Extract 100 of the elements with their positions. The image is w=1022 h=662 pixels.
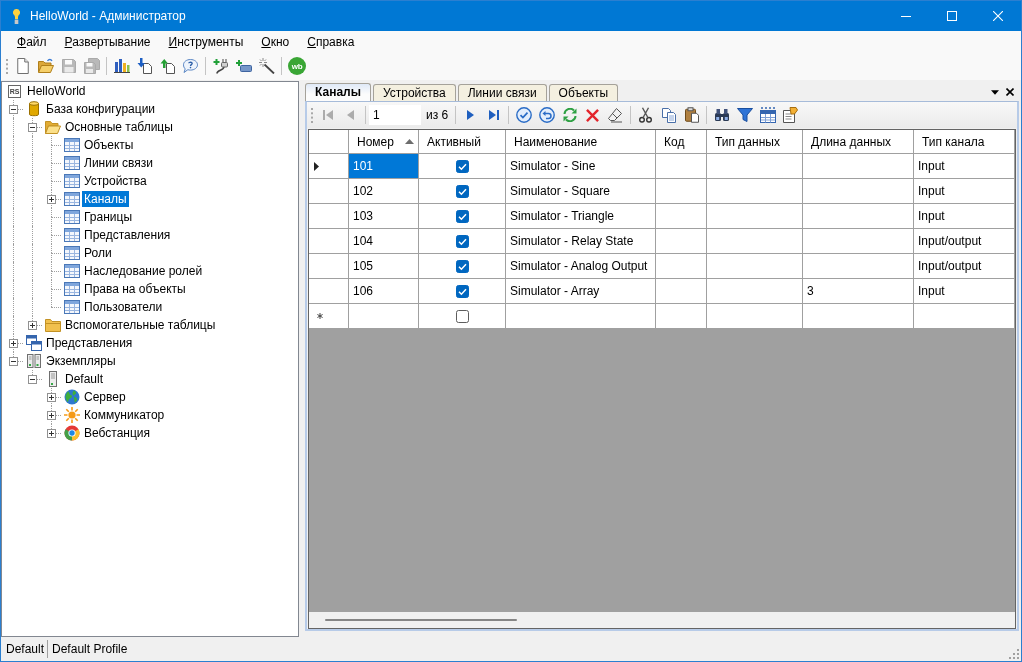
menu-item[interactable]: Окно <box>252 33 299 52</box>
expand-icon[interactable] <box>47 429 56 438</box>
column-header[interactable]: Тип канала <box>914 130 1015 154</box>
table-icon <box>63 192 80 206</box>
tree-item[interactable]: Представления <box>44 335 135 351</box>
tree-item[interactable]: Устройства <box>82 173 149 189</box>
tree-item[interactable]: HelloWorld <box>25 83 88 99</box>
menu-item[interactable]: Инструменты <box>159 33 253 52</box>
resize-grip-icon[interactable] <box>1009 649 1019 659</box>
tree-item[interactable]: Роли <box>82 245 114 261</box>
tree-item[interactable]: База конфигурации <box>44 101 158 117</box>
table-cell: Input <box>914 154 1015 179</box>
table-icon <box>63 174 80 188</box>
tree-item[interactable]: Вебстанция <box>82 425 153 441</box>
tree-item[interactable]: Экземпляры <box>44 353 118 369</box>
tree-item[interactable]: Представления <box>82 227 173 243</box>
menu-item[interactable]: Файл <box>8 33 56 52</box>
table-cell: Simulator - Relay State <box>506 229 656 254</box>
minimize-icon <box>901 15 911 17</box>
checkbox[interactable] <box>455 159 469 173</box>
next-record-icon <box>467 110 475 120</box>
row-header[interactable] <box>309 254 349 279</box>
scrollbar-thumb[interactable] <box>325 619 517 621</box>
table-cell <box>656 179 707 204</box>
expand-icon[interactable] <box>9 339 18 348</box>
caret-down-icon[interactable] <box>991 89 999 95</box>
open-folder-icon <box>37 58 54 74</box>
table-icon <box>63 156 80 170</box>
table-cell <box>656 304 707 329</box>
table-cell: Simulator - Sine <box>506 154 656 179</box>
first-record-icon <box>322 110 333 120</box>
column-header[interactable]: Тип данных <box>707 130 803 154</box>
expand-icon[interactable] <box>28 321 37 330</box>
collapse-icon[interactable] <box>9 105 18 114</box>
tree-item[interactable]: Объекты <box>82 137 136 153</box>
checkbox[interactable] <box>455 259 469 273</box>
magic-wand-icon <box>258 58 275 74</box>
tab[interactable]: Устройства <box>372 84 456 101</box>
checkbox[interactable] <box>455 184 469 198</box>
new-row-icon <box>317 313 323 319</box>
checkbox[interactable] <box>455 209 469 223</box>
windows-icon <box>25 335 42 351</box>
tab[interactable]: Линии связи <box>457 84 547 101</box>
save-all-icon <box>83 58 100 74</box>
checkbox[interactable] <box>455 234 469 248</box>
last-record-icon <box>488 110 499 120</box>
tab[interactable]: Объекты <box>548 84 619 101</box>
tree-item[interactable]: Основные таблицы <box>63 119 175 135</box>
scissors-icon <box>639 107 653 123</box>
column-header[interactable]: Код <box>656 130 707 154</box>
table-cell: Input/output <box>914 254 1015 279</box>
column-header[interactable]: Длина данных <box>803 130 914 154</box>
table-cell: Input <box>914 179 1015 204</box>
tree-item[interactable]: Коммуникатор <box>82 407 167 423</box>
tab[interactable]: Каналы <box>305 83 371 101</box>
open-folder-icon <box>44 120 61 134</box>
tree-item[interactable]: Вспомогательные таблицы <box>63 317 218 333</box>
collapse-icon[interactable] <box>9 357 18 366</box>
eraser-icon <box>608 107 624 123</box>
refresh-icon <box>562 108 577 122</box>
expand-icon[interactable] <box>47 195 56 204</box>
menu-item[interactable]: Развертывание <box>55 33 160 52</box>
globe-icon <box>63 389 80 405</box>
table-cell: Input <box>914 204 1015 229</box>
tree-item[interactable]: Границы <box>82 209 134 225</box>
maximize-icon <box>947 11 957 21</box>
collapse-icon[interactable] <box>28 375 37 384</box>
tree-item[interactable]: Каналы <box>82 191 129 207</box>
servers-icon <box>26 354 41 368</box>
row-header[interactable] <box>309 304 349 329</box>
row-header[interactable] <box>309 229 349 254</box>
tree-item[interactable]: Права на объекты <box>82 281 188 297</box>
expand-icon[interactable] <box>47 393 56 402</box>
table-icon <box>63 228 80 242</box>
column-header[interactable]: Наименование <box>506 130 656 154</box>
row-header[interactable] <box>309 179 349 204</box>
save-icon <box>61 59 76 73</box>
menu-item[interactable]: Справка <box>298 33 364 52</box>
column-header[interactable]: Активный <box>419 130 506 154</box>
check-circle-icon <box>515 107 532 123</box>
tree-item[interactable]: Линии связи <box>82 155 155 171</box>
table-icon <box>63 246 80 260</box>
delete-icon <box>586 108 600 122</box>
row-header[interactable] <box>309 279 349 304</box>
tree-item[interactable]: Наследование ролей <box>82 263 205 279</box>
tree-item[interactable]: Сервер <box>82 389 128 405</box>
tree-item[interactable]: Default <box>63 371 106 387</box>
position-field[interactable]: 1 <box>369 105 421 125</box>
row-header[interactable] <box>309 204 349 229</box>
table-cell: Simulator - Array <box>506 279 656 304</box>
checkbox[interactable] <box>455 309 469 323</box>
expand-icon[interactable] <box>47 411 56 420</box>
table-cell: 102 <box>349 179 419 204</box>
record-count: из 6 <box>426 108 449 122</box>
status-text: Default Profile <box>52 642 128 656</box>
collapse-icon[interactable] <box>28 123 37 132</box>
close-icon[interactable] <box>1006 88 1014 96</box>
tree-item[interactable]: Пользователи <box>82 299 165 315</box>
checkbox[interactable] <box>455 284 469 298</box>
table-icon <box>63 210 80 224</box>
